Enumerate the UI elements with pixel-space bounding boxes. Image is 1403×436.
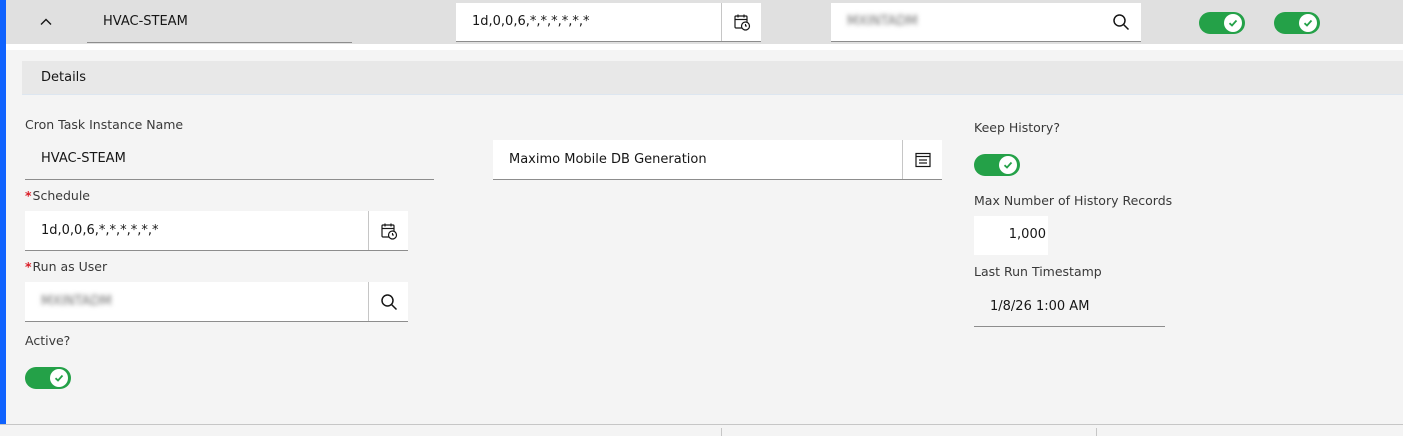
row-instance-name: HVAC-STEAM [87,0,352,43]
details-title: Details [41,70,87,85]
run-as-user-label-text: Run as User [32,259,108,274]
run-as-user-label: *Run as User [25,259,107,274]
search-icon [380,293,397,310]
schedule-picker-button[interactable] [368,211,408,250]
row-schedule-value: 1d,0,0,6,*,*,*,*,*,* [472,14,590,29]
keep-history-toggle[interactable] [974,154,1020,176]
required-indicator: * [25,188,32,203]
schedule-value: 1d,0,0,6,*,*,*,*,*,* [41,223,159,238]
schedule-label: *Schedule [25,188,90,203]
active-label: Active? [25,333,71,348]
row-schedule-field[interactable]: 1d,0,0,6,*,*,*,*,*,* [456,3,761,42]
selected-row-indicator [0,0,6,424]
checkmark-icon [1228,19,1238,27]
long-description-button[interactable] [902,140,942,179]
run-as-user-field[interactable]: MXINTADM [25,282,408,322]
crontask-instance-panel: HVAC-STEAM 1d,0,0,6,*,*,*,*,*,* MXINTADM [0,0,1403,436]
max-history-field[interactable]: 1,000 [974,216,1048,255]
list-detail-icon [914,152,931,167]
row-run-as-user-value: MXINTADM [847,14,918,29]
next-row-divider [721,428,722,436]
checkmark-icon [1303,19,1313,27]
schedule-field[interactable]: 1d,0,0,6,*,*,*,*,*,* [25,211,408,251]
max-history-label: Max Number of History Records [974,193,1173,208]
row-run-as-user-field[interactable]: MXINTADM [831,3,1141,42]
checkmark-icon [54,374,64,382]
last-run-label: Last Run Timestamp [974,264,1102,279]
instance-row: HVAC-STEAM 1d,0,0,6,*,*,*,*,*,* MXINTADM [6,0,1403,44]
search-icon [1113,14,1130,31]
row-divider [6,44,1403,50]
row-keep-history-toggle[interactable] [1199,12,1245,34]
schedule-label-text: Schedule [32,188,90,203]
checkmark-icon [1003,161,1013,169]
description-value: Maximo Mobile DB Generation [509,152,707,167]
row-user-lookup-button[interactable] [1101,3,1141,41]
instance-name-label: Cron Task Instance Name [25,117,184,132]
details-section-header: Details [22,61,1403,95]
required-indicator: * [25,259,32,274]
calendar-clock-icon [380,223,397,240]
user-lookup-button[interactable] [368,282,408,321]
collapse-row-button[interactable] [34,10,58,34]
instance-name-field[interactable]: HVAC-STEAM [25,139,434,180]
row-schedule-picker-button[interactable] [721,3,761,41]
run-as-user-value: MXINTADM [41,294,112,309]
next-row-divider [1096,428,1097,436]
row-active-toggle[interactable] [1274,12,1320,34]
instance-name-value: HVAC-STEAM [41,151,126,166]
last-run-field: 1/8/26 1:00 AM [974,287,1165,327]
panel-bottom-border [0,424,1403,425]
description-field[interactable]: Maximo Mobile DB Generation [493,140,942,180]
last-run-value: 1/8/26 1:00 AM [990,299,1090,314]
keep-history-label: Keep History? [974,120,1060,135]
chevron-up-icon [40,18,52,25]
active-toggle[interactable] [25,367,71,389]
calendar-clock-icon [733,14,750,31]
max-history-value: 1,000 [1008,227,1046,242]
